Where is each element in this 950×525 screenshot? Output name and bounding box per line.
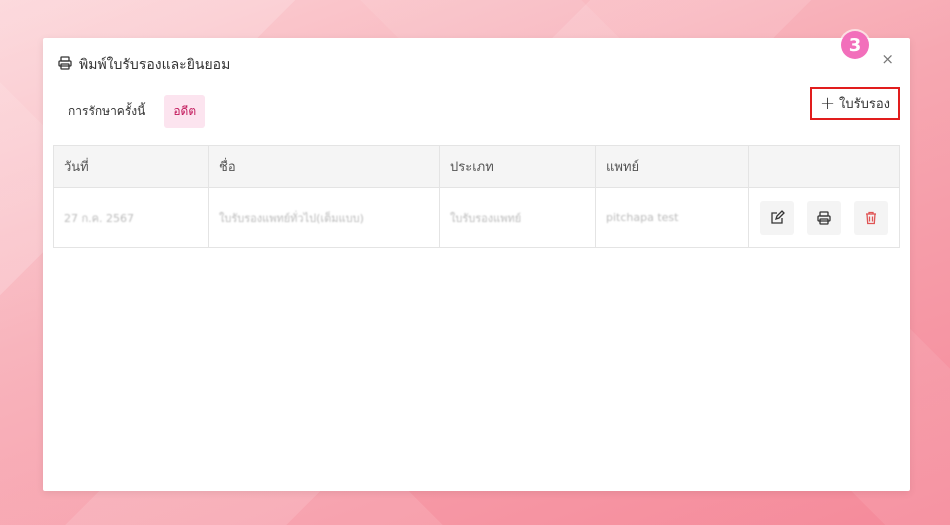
cell-actions	[748, 187, 900, 248]
cell-doctor: pitchapa test	[595, 187, 749, 248]
column-header-name: ชื่อ	[208, 145, 440, 188]
table-row[interactable]: 27 ก.ค. 2567 ใบรับรองแพทย์ทั่วไป(เต็มแบบ…	[53, 187, 900, 248]
certificate-table: วันที่ ชื่อ ประเภท แพทย์ 27 ก.ค. 2567 ใบ…	[53, 145, 900, 248]
column-header-type: ประเภท	[439, 145, 596, 188]
trash-icon	[866, 211, 876, 224]
table-header-row: วันที่ ชื่อ ประเภท แพทย์	[53, 145, 900, 188]
dialog-header: พิมพ์ใบรับรองและยินยอม	[57, 54, 230, 76]
printer-icon	[817, 210, 831, 225]
tab-current-treatment[interactable]: การรักษาครั้งนี้	[59, 95, 154, 128]
add-certificate-button[interactable]: + ใบรับรอง	[810, 87, 900, 120]
print-button[interactable]	[807, 200, 841, 235]
column-header-actions	[748, 145, 900, 188]
print-certificate-dialog: พิมพ์ใบรับรองและยินยอม × การรักษาครั้งนี…	[43, 38, 910, 491]
close-icon[interactable]: ×	[881, 52, 894, 67]
edit-button[interactable]	[760, 200, 794, 235]
cell-type: ใบรับรองแพทย์	[439, 187, 596, 248]
dialog-title: พิมพ์ใบรับรองและยินยอม	[79, 57, 231, 73]
cell-date: 27 ก.ค. 2567	[53, 187, 209, 248]
column-header-date: วันที่	[53, 145, 209, 188]
edit-icon	[771, 209, 785, 224]
delete-button[interactable]	[854, 200, 888, 235]
plus-icon: +	[819, 92, 836, 114]
column-header-doctor: แพทย์	[595, 145, 749, 188]
cell-name: ใบรับรองแพทย์ทั่วไป(เต็มแบบ)	[208, 187, 440, 248]
step-badge: 3	[841, 31, 869, 59]
tab-history[interactable]: อดีต	[164, 95, 206, 128]
add-certificate-label: ใบรับรอง	[839, 97, 891, 112]
printer-icon	[57, 55, 73, 75]
tab-bar: การรักษาครั้งนี้ อดีต	[59, 95, 206, 128]
